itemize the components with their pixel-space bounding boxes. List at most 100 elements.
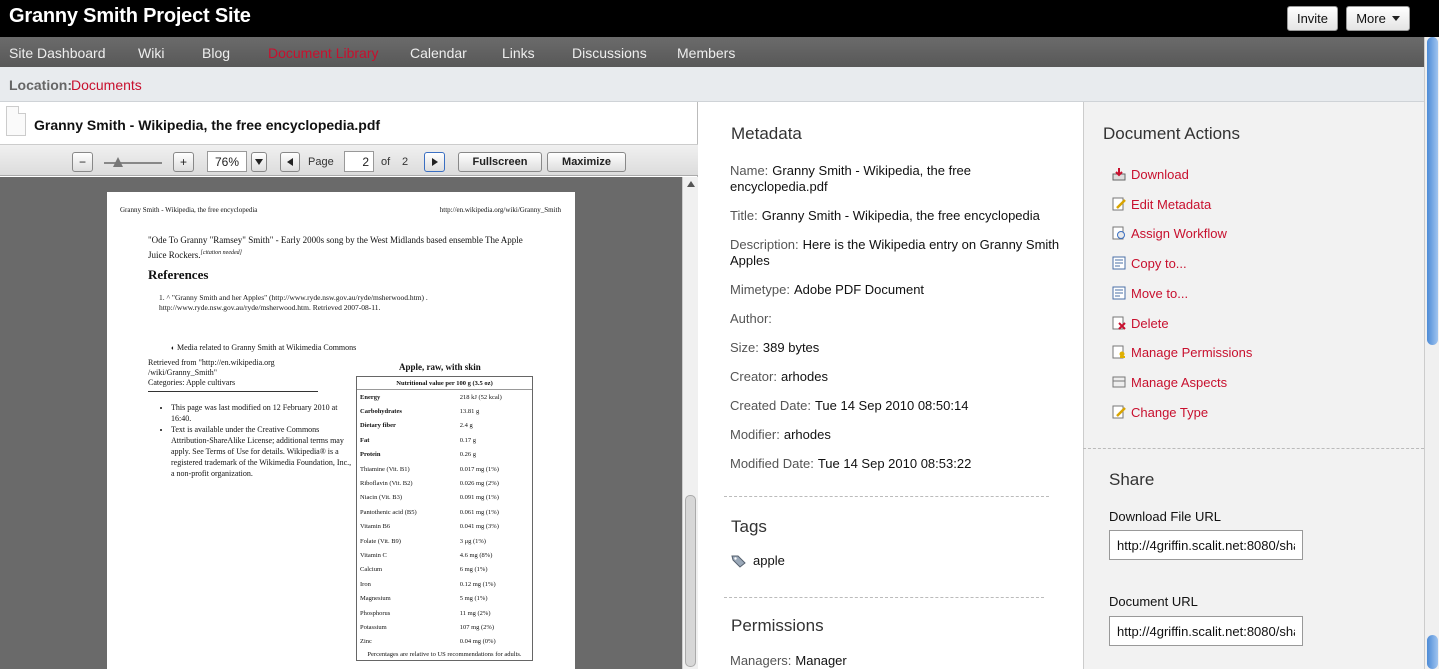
edit-metadata-action[interactable]: Edit Metadata	[1111, 196, 1211, 212]
nutrient-value: 11 mg (2%)	[459, 609, 491, 617]
workflow-icon	[1111, 225, 1127, 241]
manage-aspects-action[interactable]: Manage Aspects	[1111, 374, 1227, 390]
manage-permissions-label: Manage Permissions	[1131, 344, 1253, 360]
meta-value: arhodes	[780, 369, 828, 384]
page-number-field[interactable]: 2	[344, 151, 374, 172]
nav-item-links[interactable]: Links	[502, 45, 535, 61]
nutrient-name: Thiamine (Vit. B1)	[360, 465, 410, 473]
zoom-dropdown-button[interactable]	[251, 152, 267, 172]
nutrient-value: 0.091 mg (1%)	[459, 494, 499, 502]
pdf-references-heading: References	[148, 267, 209, 282]
permissions-heading: Permissions	[731, 616, 824, 635]
nutrient-value: 0.12 mg (1%)	[459, 580, 496, 588]
edit-metadata-label: Edit Metadata	[1131, 196, 1212, 212]
document-url-field[interactable]	[1109, 616, 1303, 646]
nav-item-wiki[interactable]: Wiki	[138, 45, 164, 61]
meta-value: 389 bytes	[762, 340, 820, 355]
page-scroll-thumb[interactable]	[1427, 37, 1438, 345]
meta-label: Description:	[730, 237, 799, 252]
metadata-heading: Metadata	[731, 124, 802, 143]
meta-creator-row: Creator: arhodes	[730, 369, 1065, 385]
meta-description-row: Description: Here is the Wikipedia entry …	[730, 237, 1060, 269]
permissions-icon	[1111, 344, 1127, 360]
chevron-right-icon	[431, 158, 438, 166]
fullscreen-button[interactable]: Fullscreen	[458, 152, 542, 172]
nav-item-members[interactable]: Members	[677, 45, 735, 61]
page-scrollbar[interactable]	[1424, 37, 1439, 669]
pdf-header-left: Granny Smith - Wikipedia, the free encyc…	[120, 206, 258, 214]
meta-author-row: Author:	[730, 311, 1065, 327]
scroll-up-icon[interactable]	[687, 181, 695, 187]
invite-button[interactable]: Invite	[1287, 6, 1338, 31]
nutrition-row: Pantothenic acid (B5) 0.061 mg (1%)	[357, 505, 532, 519]
zoom-in-button[interactable]: +	[173, 152, 194, 172]
meta-label: Creator:	[730, 369, 777, 384]
change-type-action[interactable]: Change Type	[1111, 404, 1208, 420]
delete-action[interactable]: Delete	[1111, 315, 1169, 331]
zoom-out-button[interactable]: −	[72, 152, 93, 172]
move-to-label: Move to...	[1131, 285, 1189, 301]
nutrition-row: Riboflavin (Vit. B2) 0.026 mg (2%)	[357, 476, 532, 490]
more-button[interactable]: More	[1346, 6, 1410, 31]
tag-apple[interactable]: apple	[753, 553, 785, 568]
previous-page-button[interactable]	[280, 152, 300, 172]
nav-item-discussions[interactable]: Discussions	[572, 45, 647, 61]
zoom-slider-thumb[interactable]	[113, 157, 123, 167]
pdf-header-right: http://en.wikipedia.org/wiki/Granny_Smit…	[439, 206, 561, 214]
download-url-field[interactable]	[1109, 530, 1303, 560]
nutrient-name: Vitamin C	[360, 551, 387, 559]
viewer-scrollbar[interactable]	[682, 177, 698, 669]
move-to-action[interactable]: Move to...	[1111, 285, 1188, 301]
meta-label: Name:	[730, 163, 769, 178]
nutrition-row: Vitamin B6 0.041 mg (3%)	[357, 520, 532, 534]
assign-workflow-action[interactable]: Assign Workflow	[1111, 225, 1227, 241]
site-header: Granny Smith Project Site Invite More	[0, 0, 1439, 37]
chevron-down-icon	[1391, 16, 1400, 21]
pdf-reference-1: 1. ^ "Granny Smith and her Apples" (http…	[159, 293, 428, 312]
nav-item-document-library[interactable]: Document Library	[268, 45, 379, 61]
nutrient-value: 0.04 mg (0%)	[459, 638, 496, 646]
next-page-button[interactable]	[424, 152, 445, 172]
minus-icon: −	[78, 155, 86, 169]
nutrition-row: Dietary fiber 2.4 g	[357, 419, 532, 433]
nav-item-blog[interactable]: Blog	[202, 45, 230, 61]
nutrition-row: Iron 0.12 mg (1%)	[357, 577, 532, 591]
nav-item-site-dashboard[interactable]: Site Dashboard	[9, 45, 106, 61]
page-of-label: of	[381, 156, 391, 168]
viewer-scroll-thumb[interactable]	[685, 495, 696, 667]
section-divider	[724, 496, 1049, 497]
location-documents-link[interactable]: Documents	[71, 77, 142, 93]
copy-icon	[1111, 255, 1127, 271]
location-label: Location:	[9, 77, 72, 93]
nutrition-row: Zinc 0.04 mg (0%)	[357, 635, 532, 649]
manage-permissions-action[interactable]: Manage Permissions	[1111, 344, 1252, 360]
pdf-retrieved-text: Retrieved from "http://en.wikipedia.org …	[148, 358, 275, 377]
document-icon	[6, 106, 26, 136]
pdf-media-text: Media related to Granny Smith at Wikimed…	[176, 343, 357, 352]
section-divider	[724, 597, 1044, 598]
meta-label: Modified Date:	[730, 456, 814, 471]
nav-item-calendar[interactable]: Calendar	[410, 45, 467, 61]
maximize-button[interactable]: Maximize	[547, 152, 626, 172]
nutrient-value: 0.17 g	[459, 436, 476, 444]
permissions-label: Managers:	[730, 653, 792, 668]
nutrition-row: Niacin (Vit. B3) 0.091 mg (1%)	[357, 491, 532, 505]
more-label: More	[1356, 11, 1386, 26]
chevron-down-icon	[255, 159, 263, 165]
assign-workflow-label: Assign Workflow	[1131, 225, 1227, 241]
zoom-level-field[interactable]: 76%	[207, 151, 247, 172]
copy-to-action[interactable]: Copy to...	[1111, 255, 1187, 271]
invite-label: Invite	[1296, 11, 1329, 26]
pdf-bullet-list: This page was last modified on 12 Februa…	[171, 402, 356, 479]
tags-heading: Tags	[731, 517, 767, 536]
meta-value: Adobe PDF Document	[793, 282, 925, 297]
meta-title-row: Title: Granny Smith - Wikipedia, the free…	[730, 208, 1065, 224]
tag-icon	[731, 555, 746, 568]
viewer-canvas[interactable]: Granny Smith - Wikipedia, the free encyc…	[0, 177, 682, 669]
nutrient-name: Phosphorus	[360, 609, 391, 617]
download-action[interactable]: Download	[1111, 166, 1189, 182]
location-bar: Location: Documents	[0, 67, 1424, 102]
nutrition-row: Vitamin C 4.6 mg (8%)	[357, 548, 532, 562]
nutrition-row: Carbohydrates 13.81 g	[357, 404, 532, 418]
page-scroll-thumb-lower[interactable]	[1427, 635, 1438, 669]
